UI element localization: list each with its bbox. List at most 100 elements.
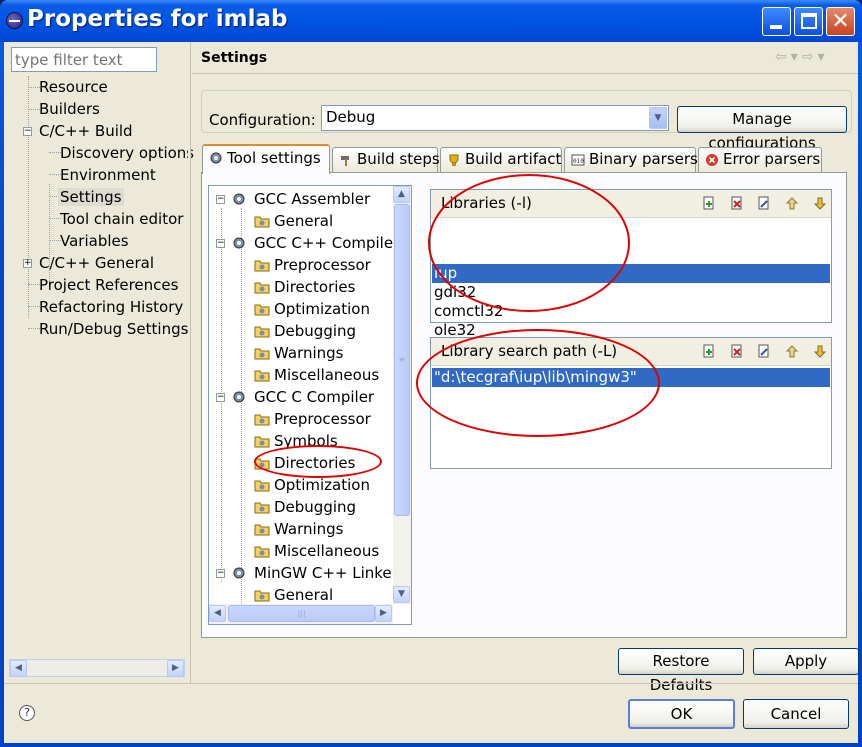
tool-item-mingw-cpp-linker[interactable]: MinGW C++ Linker [252, 562, 400, 584]
library-item-iup[interactable]: iup [432, 264, 830, 283]
tree-item-variables[interactable]: Variables [58, 230, 131, 252]
tab-tool-settings[interactable]: Tool settings [202, 144, 330, 174]
libraries-toolbar [693, 196, 827, 215]
expand-icon[interactable]: + [23, 259, 32, 268]
tool-item-general[interactable]: General [272, 584, 335, 606]
maximize-button[interactable] [794, 7, 823, 36]
left-horizontal-scrollbar[interactable]: ◀ ▶ [9, 659, 185, 677]
apply-button[interactable]: Apply [753, 648, 859, 675]
tool-item-gcc-c-compiler[interactable]: GCC C Compiler [252, 386, 376, 408]
tree-item-environment[interactable]: Environment [58, 164, 158, 186]
gear-icon [233, 567, 245, 579]
tool-tree-vertical-scrollbar[interactable]: ▲ ≡ ▼ [393, 186, 411, 604]
tool-item-general[interactable]: General [272, 210, 335, 232]
window-title: Properties for imlab [27, 6, 288, 32]
tool-item-preprocessor[interactable]: Preprocessor [272, 408, 373, 430]
tree-item-builders[interactable]: Builders [37, 98, 102, 120]
page-title: Settings [201, 50, 268, 66]
collapse-icon[interactable]: − [23, 127, 32, 136]
tab-build-steps[interactable]: Build steps [332, 147, 440, 172]
tool-item-optimization[interactable]: Optimization [272, 474, 372, 496]
tree-item-tool-chain-editor[interactable]: Tool chain editor [58, 208, 185, 230]
filter-input[interactable] [11, 47, 157, 72]
tool-item-debugging[interactable]: Debugging [272, 320, 358, 342]
add-icon[interactable] [702, 196, 716, 211]
move-down-icon[interactable] [813, 196, 827, 211]
minimize-button[interactable] [762, 7, 791, 36]
collapse-icon[interactable]: − [216, 569, 225, 578]
configuration-select[interactable]: Debug ▼ [321, 105, 669, 131]
help-icon[interactable]: ? [19, 705, 35, 721]
collapse-icon[interactable]: − [216, 393, 225, 402]
tool-tree-horizontal-scrollbar[interactable]: ◀ ||| ▶ [209, 604, 393, 624]
folder-icon [254, 524, 270, 536]
restore-defaults-button[interactable]: Restore Defaults [618, 648, 744, 694]
tree-item-cpp-build[interactable]: C/C++ Build [37, 120, 135, 142]
ok-button[interactable]: OK [628, 699, 735, 729]
chevron-down-icon[interactable]: ▼ [649, 107, 667, 129]
move-up-icon[interactable] [785, 344, 799, 359]
delete-icon[interactable] [730, 196, 744, 211]
tool-item-label: GCC C++ Compiler [254, 234, 400, 252]
back-arrow-icon[interactable]: ⇦▾ [775, 49, 802, 65]
tree-guide [28, 76, 29, 318]
scroll-right-icon[interactable]: ▶ [375, 605, 392, 622]
tab-binary-parsers[interactable]: 010 Binary parsers [564, 147, 698, 172]
tree-item-resource[interactable]: Resource [37, 76, 110, 98]
move-down-icon[interactable] [813, 344, 827, 359]
tool-item-miscellaneous[interactable]: Miscellaneous [272, 540, 381, 562]
gear-icon [233, 193, 245, 205]
close-button[interactable]: ✕ [826, 7, 855, 36]
edit-icon[interactable] [757, 196, 771, 211]
folder-icon [254, 282, 270, 294]
add-icon[interactable] [702, 344, 716, 359]
move-up-icon[interactable] [785, 196, 799, 211]
tool-item-debugging[interactable]: Debugging [272, 496, 358, 518]
tab-error-parsers[interactable]: Error parsers [698, 147, 822, 172]
tool-item-directories[interactable]: Directories [272, 452, 357, 474]
forward-arrow-icon[interactable]: ⇨▾ [802, 49, 829, 65]
delete-icon[interactable] [730, 344, 744, 359]
tab-build-artifact[interactable]: Build artifact [440, 147, 562, 172]
tool-item-warnings[interactable]: Warnings [272, 342, 346, 364]
folder-icon [254, 414, 270, 426]
tool-item-preprocessor[interactable]: Preprocessor [272, 254, 373, 276]
folder-icon [254, 546, 270, 558]
scroll-up-icon[interactable]: ▲ [393, 186, 410, 203]
scroll-thumb[interactable]: ||| [228, 605, 375, 622]
eclipse-icon [6, 12, 23, 29]
binary-icon: 010 [571, 154, 585, 166]
tree-item-run-debug-settings[interactable]: Run/Debug Settings [37, 318, 190, 340]
tree-item-settings[interactable]: Settings [58, 186, 124, 208]
collapse-icon[interactable]: − [216, 239, 225, 248]
tool-item-miscellaneous[interactable]: Miscellaneous [272, 364, 381, 386]
tree-item-cpp-general[interactable]: C/C++ General [37, 252, 156, 274]
tree-item-project-references[interactable]: Project References [37, 274, 180, 296]
manage-configurations-button[interactable]: Manage configurations [677, 106, 847, 152]
collapse-icon[interactable]: − [216, 195, 225, 204]
tool-item-gcc-cpp-compiler[interactable]: GCC C++ Compiler [252, 232, 401, 254]
splitter[interactable] [188, 42, 191, 683]
scroll-left-icon[interactable]: ◀ [209, 605, 226, 622]
scroll-down-icon[interactable]: ▼ [393, 586, 410, 603]
tab-label: Error parsers [723, 150, 821, 168]
search-path-item[interactable]: "d:\tecgraf\iup\lib\mingw3" [432, 368, 830, 387]
scroll-thumb[interactable]: ≡ [394, 204, 410, 516]
tree-item-refactoring-history[interactable]: Refactoring History [37, 296, 185, 318]
library-item-comctl32[interactable]: comctl32 [432, 302, 503, 321]
tool-item-symbols[interactable]: Symbols [272, 430, 340, 452]
tree-item-discovery-options[interactable]: Discovery options [58, 142, 196, 164]
tool-item-directories[interactable]: Directories [272, 276, 357, 298]
tool-item-label: Preprocessor [274, 256, 371, 274]
library-item-gdi32[interactable]: gdi32 [432, 283, 476, 302]
tool-item-warnings[interactable]: Warnings [272, 518, 346, 540]
trophy-icon [449, 154, 459, 166]
tool-item-optimization[interactable]: Optimization [272, 298, 372, 320]
scroll-left-icon[interactable]: ◀ [10, 660, 27, 677]
tool-item-gcc-assembler[interactable]: GCC Assembler [252, 188, 372, 210]
scroll-right-icon[interactable]: ▶ [167, 660, 184, 677]
title-bar[interactable]: Properties for imlab ✕ [0, 0, 862, 42]
cancel-button[interactable]: Cancel [743, 699, 849, 729]
edit-icon[interactable] [757, 344, 771, 359]
folder-icon [254, 590, 270, 602]
